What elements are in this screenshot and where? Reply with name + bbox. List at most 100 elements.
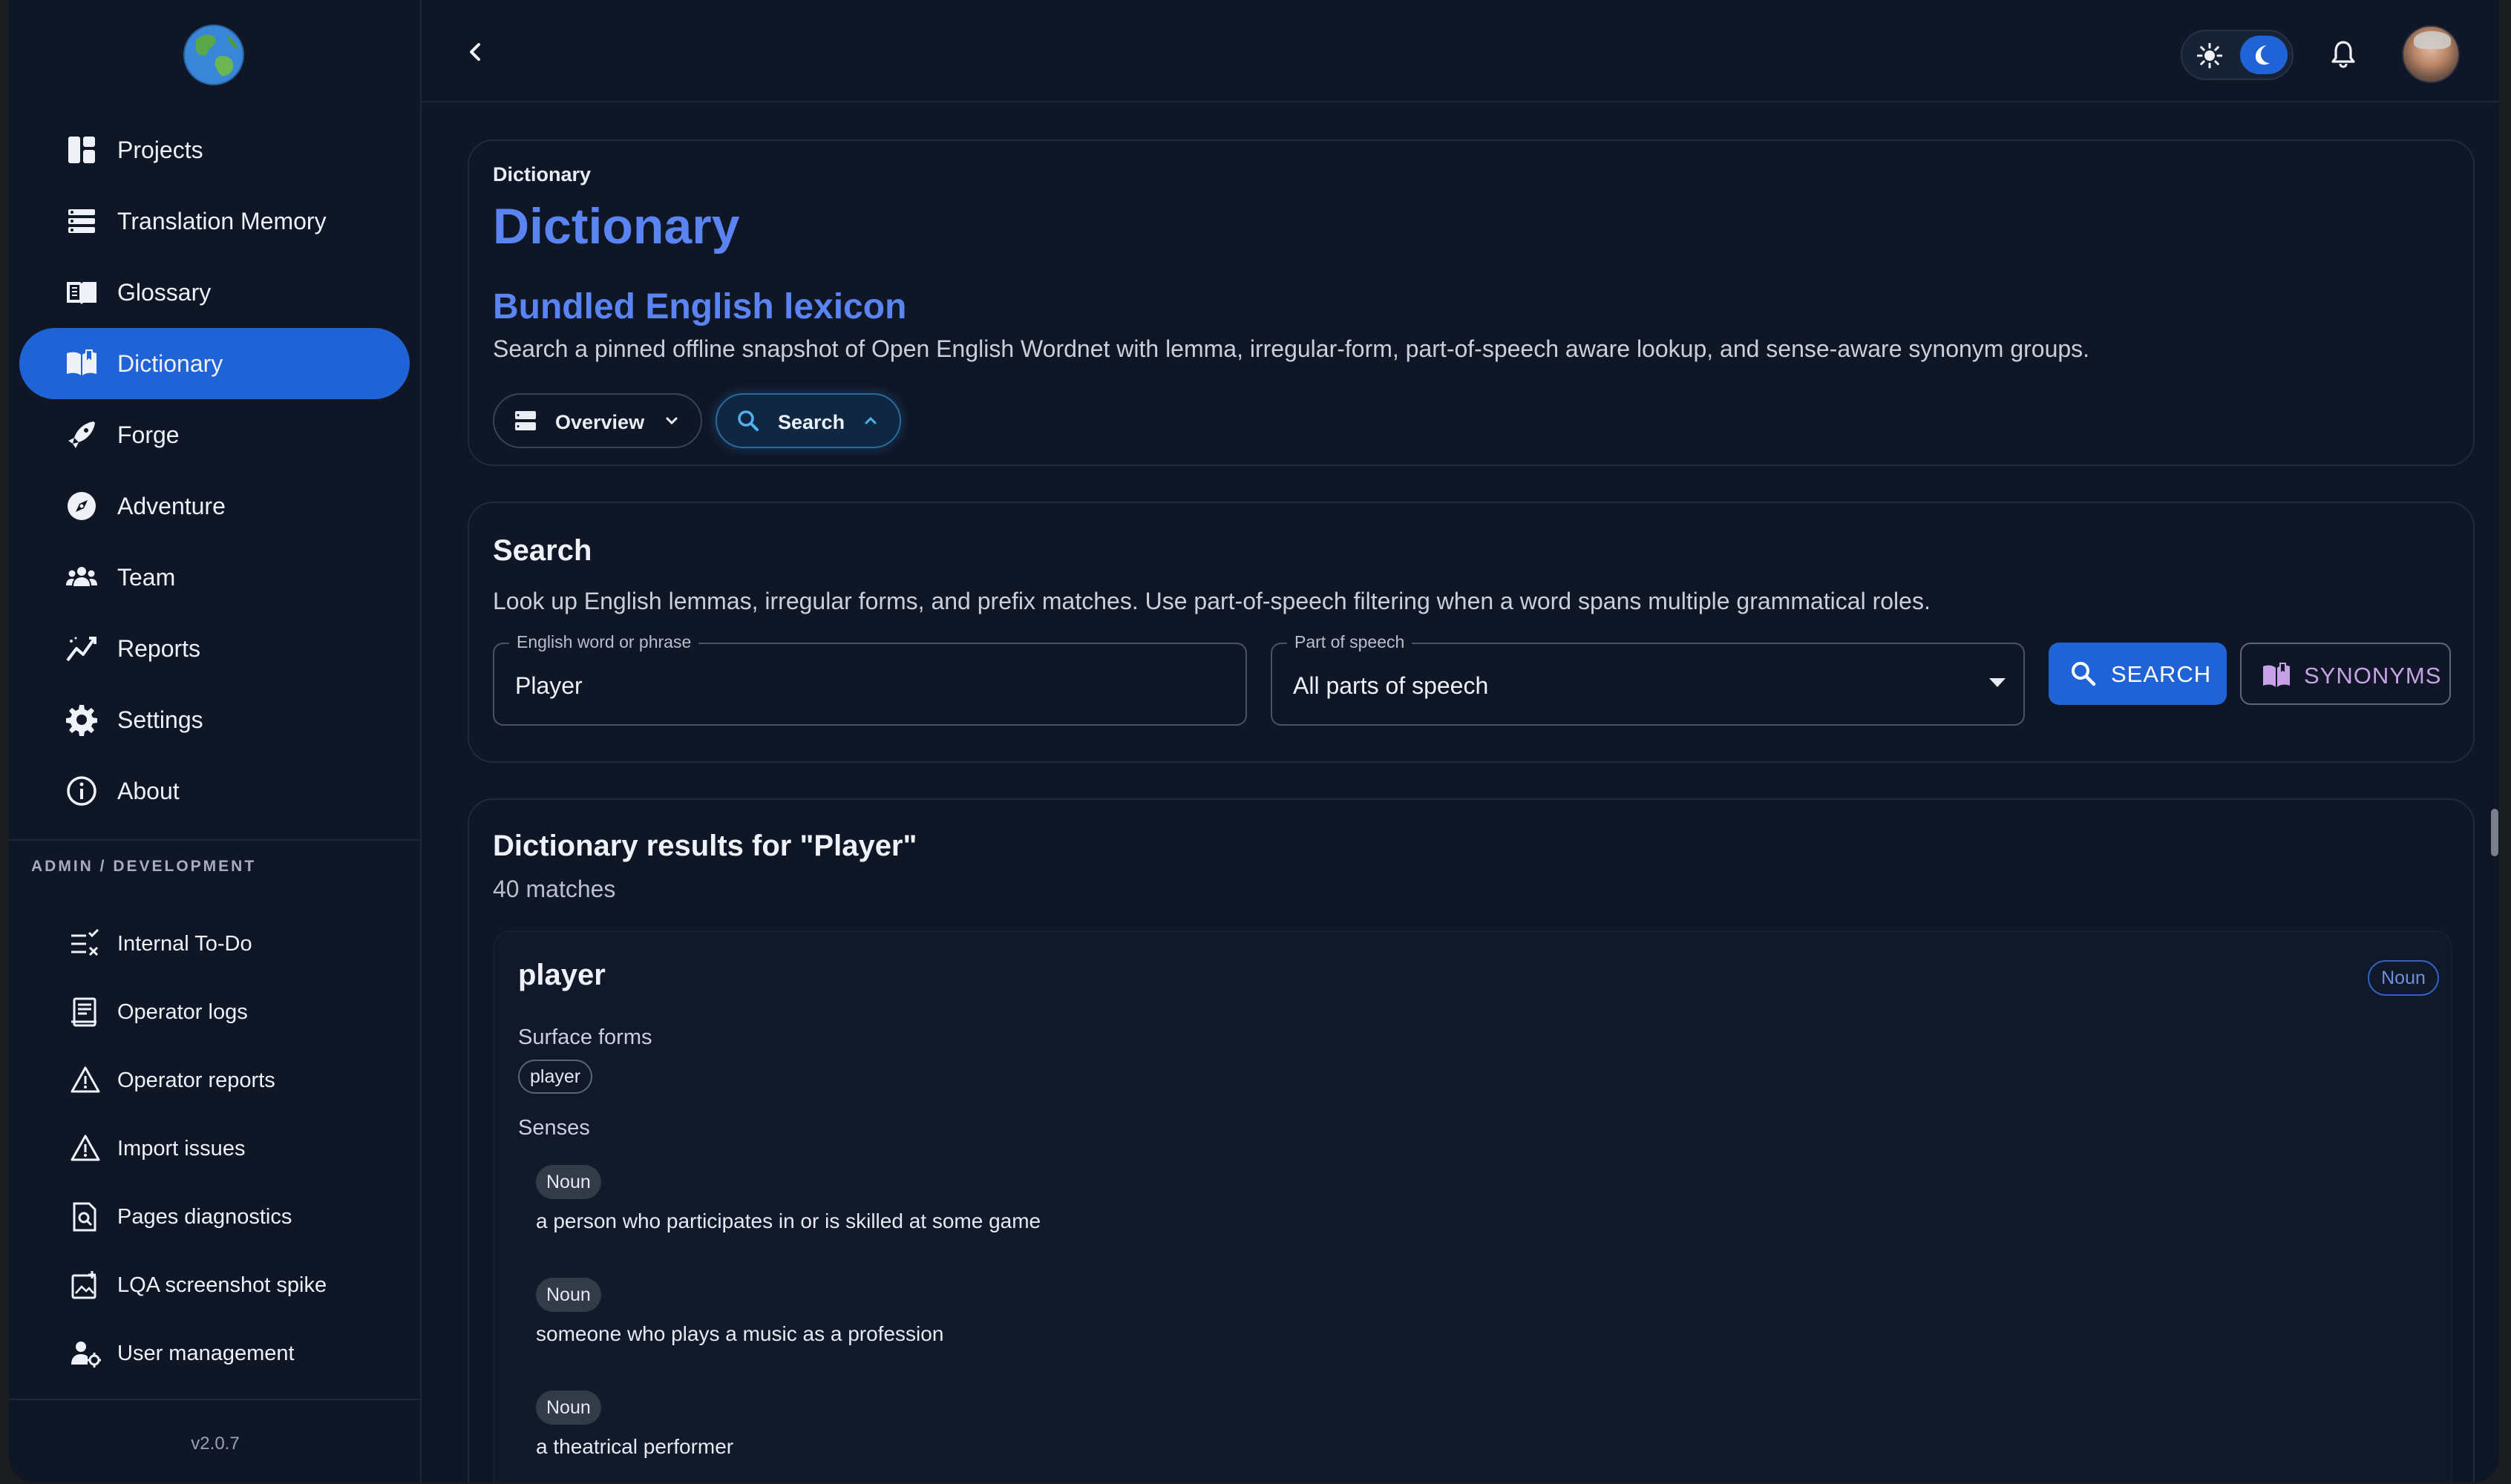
- warning-icon: [71, 1066, 100, 1093]
- part-of-speech-select[interactable]: Part of speech All parts of speech: [1271, 632, 2025, 726]
- sidebar-item-label: Glossary: [117, 278, 212, 306]
- sense-item: Noun a person who participates in or is …: [509, 1153, 2423, 1250]
- book-icon: [2263, 663, 2290, 687]
- results-count: 40 matches: [493, 876, 616, 902]
- todo-icon: [71, 928, 99, 956]
- sidebar-divider: [9, 839, 422, 841]
- surface-forms-label: Surface forms: [518, 1025, 652, 1049]
- logs-icon: [71, 997, 96, 1027]
- search-section-description: Look up English lemmas, irregular forms,…: [493, 588, 1931, 614]
- search-button[interactable]: SEARCH: [2049, 643, 2227, 705]
- word-input-label: English word or phrase: [509, 632, 699, 652]
- search-button-label: SEARCH: [2111, 661, 2212, 687]
- app-frame: Projects Translation Memory Glossary Dic…: [9, 0, 2499, 1483]
- dictionary-header-card: Dictionary Dictionary Bundled English le…: [468, 139, 2475, 466]
- sidebar-item-translation-memory[interactable]: Translation Memory: [19, 186, 410, 257]
- sidebar-item-label: Team: [117, 563, 176, 591]
- sidebar-item-team[interactable]: Team: [19, 542, 410, 613]
- translation-memory-icon: [68, 209, 95, 233]
- sidebar-item-label: About: [117, 777, 180, 804]
- synonyms-button[interactable]: SYNONYMS: [2240, 643, 2451, 705]
- avatar[interactable]: [2402, 25, 2460, 83]
- part-of-speech-value: All parts of speech: [1293, 672, 1489, 699]
- search-icon: [2072, 662, 2096, 686]
- sidebar-item-label: Operator logs: [117, 999, 248, 1024]
- results-card: Dictionary results for "Player" 40 match…: [468, 798, 2475, 1483]
- breadcrumb: Dictionary: [493, 163, 592, 186]
- app-window: Projects Translation Memory Glossary Dic…: [0, 0, 2511, 1484]
- sidebar-item-operator-reports[interactable]: Operator reports: [19, 1045, 410, 1116]
- glossary-icon: [67, 282, 96, 304]
- search-icon: [738, 410, 759, 431]
- sidebar-item-label: Reports: [117, 634, 201, 662]
- sidebar-item-glossary[interactable]: Glossary: [19, 257, 410, 328]
- overview-chip-label: Overview: [555, 411, 645, 433]
- search-card: Search Look up English lemmas, irregular…: [468, 502, 2475, 763]
- sidebar-item-label: Settings: [117, 706, 203, 733]
- sidebar-item-projects[interactable]: Projects: [19, 114, 410, 186]
- sidebar-item-label: Adventure: [117, 492, 226, 519]
- sidebar-item-label: Pages diagnostics: [117, 1204, 292, 1229]
- sidebar-item-label: Import issues: [117, 1136, 246, 1160]
- warning-icon: [71, 1135, 100, 1161]
- entry-word: player: [518, 959, 606, 991]
- sidebar-item-label: Dictionary: [117, 349, 223, 377]
- sidebar-item-settings[interactable]: Settings: [19, 684, 410, 755]
- sidebar-item-internal-todo[interactable]: Internal To-Do: [19, 908, 410, 979]
- diagnostics-icon: [73, 1202, 96, 1232]
- moon-icon: [2255, 45, 2270, 65]
- sidebar: Projects Translation Memory Glossary Dic…: [9, 0, 422, 1483]
- info-icon: [67, 776, 96, 806]
- sidebar-item-adventure[interactable]: Adventure: [19, 470, 410, 542]
- dropdown-arrow-icon[interactable]: [1989, 678, 2006, 687]
- sidebar-item-user-management[interactable]: User management: [19, 1318, 410, 1389]
- projects-icon: [68, 137, 95, 163]
- gear-icon: [66, 705, 97, 736]
- admin-section-label: ADMIN / DEVELOPMENT: [31, 858, 257, 875]
- sidebar-item-pages-diagnostics[interactable]: Pages diagnostics: [19, 1181, 410, 1252]
- part-of-speech-badge: Noun: [2368, 960, 2439, 996]
- theme-toggle[interactable]: [2181, 30, 2294, 80]
- sidebar-item-label: User management: [117, 1341, 295, 1365]
- results-title: Dictionary results for "Player": [493, 830, 917, 862]
- scrollbar-thumb[interactable]: [2491, 809, 2498, 856]
- overview-icon: [515, 411, 536, 430]
- sidebar-item-label: Translation Memory: [117, 207, 327, 234]
- word-input-value[interactable]: Player: [515, 672, 583, 700]
- globe-icon[interactable]: [183, 24, 245, 86]
- reports-icon: [66, 637, 96, 662]
- bell-icon[interactable]: [2331, 40, 2356, 68]
- team-icon: [66, 567, 97, 586]
- sidebar-item-label: Operator reports: [117, 1068, 275, 1092]
- sense-pos-badge: Noun: [536, 1165, 601, 1199]
- sidebar-item-reports[interactable]: Reports: [19, 613, 410, 684]
- sidebar-item-label: Forge: [117, 421, 180, 448]
- search-section-chip[interactable]: Search: [716, 393, 901, 448]
- page-title: Dictionary: [493, 198, 740, 255]
- overview-section-chip[interactable]: Overview: [493, 393, 702, 448]
- dictionary-icon: [67, 349, 96, 375]
- sense-item: Noun someone who plays a music as a prof…: [509, 1266, 2423, 1362]
- sense-definition: someone who plays a music as a professio…: [536, 1322, 944, 1345]
- sense-pos-badge: Noun: [536, 1391, 601, 1425]
- word-input-field[interactable]: English word or phrase Player: [493, 632, 1247, 726]
- sidebar-item-dictionary[interactable]: Dictionary: [19, 328, 410, 399]
- sidebar-item-label: LQA screenshot spike: [117, 1273, 327, 1297]
- search-chip-label: Search: [778, 411, 845, 433]
- sidebar-item-label: Internal To-Do: [117, 931, 252, 956]
- chevron-up-icon: [865, 416, 877, 424]
- sidebar-item-import-issues[interactable]: Import issues: [19, 1113, 410, 1184]
- sense-item: Noun a theatrical performer: [509, 1379, 2423, 1475]
- search-section-title: Search: [493, 534, 592, 567]
- senses-label: Senses: [518, 1116, 590, 1140]
- sidebar-item-forge[interactable]: Forge: [19, 399, 410, 470]
- synonyms-button-label: SYNONYMS: [2304, 663, 2442, 689]
- sun-icon: [2197, 43, 2222, 68]
- sidebar-item-lqa-screenshot-spike[interactable]: LQA screenshot spike: [19, 1250, 410, 1321]
- sidebar-item-about[interactable]: About: [19, 755, 410, 827]
- sidebar-divider: [9, 1399, 422, 1400]
- sidebar-item-label: Projects: [117, 136, 203, 163]
- chevron-left-icon[interactable]: [460, 37, 490, 67]
- sidebar-item-operator-logs[interactable]: Operator logs: [19, 976, 410, 1048]
- page-subtitle: Bundled English lexicon: [493, 287, 907, 326]
